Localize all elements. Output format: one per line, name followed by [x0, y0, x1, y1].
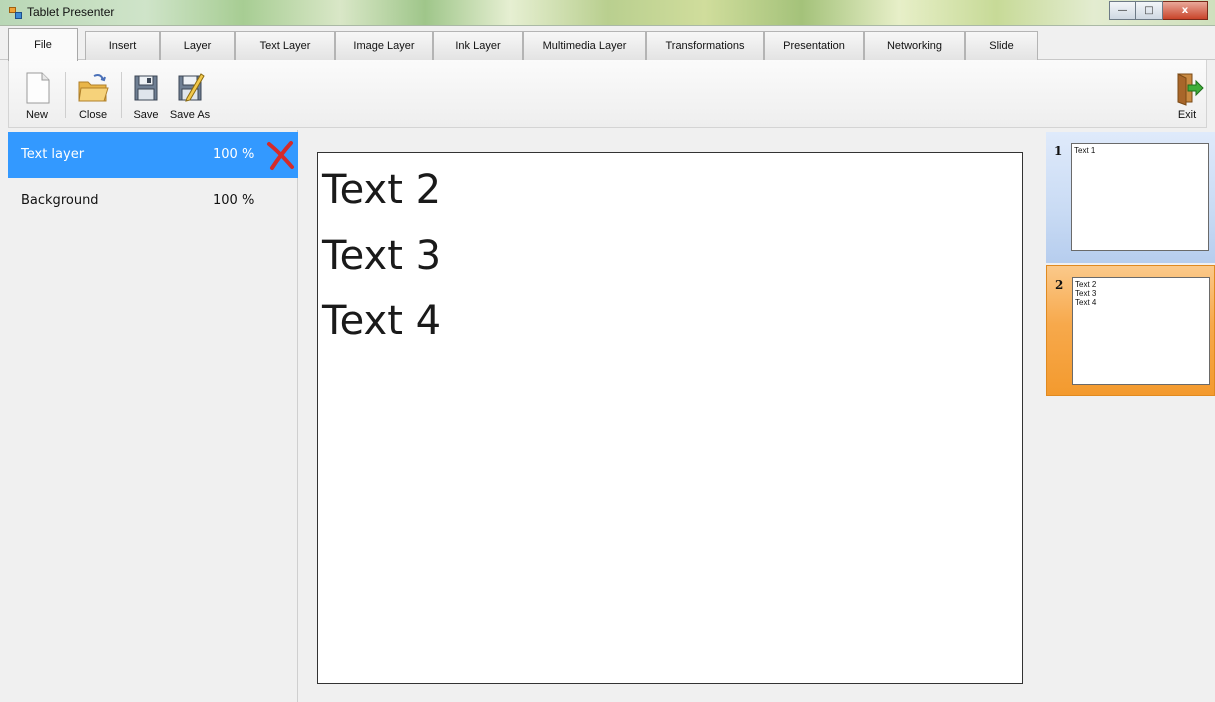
toolbar-divider — [121, 72, 122, 118]
canvas-text-line[interactable]: Text 4 — [322, 298, 441, 344]
tab-slide[interactable]: Slide — [965, 31, 1038, 60]
tab-presentation[interactable]: Presentation — [764, 31, 864, 60]
delete-layer-icon[interactable] — [265, 139, 297, 171]
close-window-button[interactable]: x — [1163, 1, 1208, 20]
canvas-text-line[interactable]: Text 2 — [322, 167, 441, 213]
slide-thumbnail-2[interactable]: 2 Text 2 Text 3 Text 4 — [1046, 265, 1215, 396]
layers-panel: Text layer 100 % Background 100 % — [8, 130, 298, 702]
window-title: Tablet Presenter — [27, 5, 115, 19]
new-label: New — [25, 109, 48, 121]
slide-preview-text: Text 2 — [1075, 280, 1097, 289]
toolbar: New Close Save Save As Exit — [8, 60, 1207, 128]
slide-canvas[interactable]: Text 2 Text 3 Text 4 — [317, 152, 1023, 684]
tab-transformations[interactable]: Transformations — [646, 31, 764, 60]
layer-row-text-layer[interactable]: Text layer 100 % — [8, 132, 298, 178]
close-button[interactable]: Close — [71, 60, 115, 126]
exit-button[interactable]: Exit — [1169, 60, 1205, 126]
slide-number: 1 — [1054, 144, 1063, 158]
tab-ink-layer[interactable]: Ink Layer — [433, 31, 523, 60]
slide-preview-text: Text 3 — [1075, 289, 1097, 298]
layer-opacity: 100 % — [213, 147, 255, 162]
slide-number: 2 — [1055, 278, 1064, 292]
save-label: Save — [133, 109, 159, 121]
maximize-button[interactable]: □ — [1136, 1, 1163, 20]
slide-preview: Text 2 Text 3 Text 4 — [1072, 277, 1210, 385]
slide-thumbnail-1[interactable]: 1 Text 1 — [1046, 132, 1215, 263]
layer-opacity: 100 % — [213, 193, 255, 208]
tab-file[interactable]: File — [8, 28, 78, 61]
canvas-text-line[interactable]: Text 3 — [322, 233, 441, 279]
tab-multimedia-layer[interactable]: Multimedia Layer — [523, 31, 646, 60]
floppy-pencil-icon — [173, 70, 207, 106]
new-document-icon — [20, 70, 54, 106]
layer-row-background[interactable]: Background 100 % — [8, 178, 298, 224]
slide-preview: Text 1 — [1071, 143, 1209, 251]
tab-networking[interactable]: Networking — [864, 31, 965, 60]
tab-text-layer[interactable]: Text Layer — [235, 31, 335, 60]
new-button[interactable]: New — [17, 60, 57, 126]
layer-name: Text layer — [21, 147, 85, 162]
layer-name: Background — [21, 193, 99, 208]
tab-insert[interactable]: Insert — [85, 31, 160, 60]
save-as-label: Save As — [169, 109, 211, 121]
toolbar-divider — [65, 72, 66, 118]
close-label: Close — [78, 109, 108, 121]
exit-label: Exit — [1177, 109, 1197, 121]
tab-image-layer[interactable]: Image Layer — [335, 31, 433, 60]
tab-layer[interactable]: Layer — [160, 31, 235, 60]
window-controls: — □ x — [1109, 1, 1208, 20]
save-button[interactable]: Save — [127, 60, 165, 126]
open-folder-icon — [76, 70, 110, 106]
title-bar: Tablet Presenter — □ x — [0, 0, 1215, 26]
save-as-button[interactable]: Save As — [165, 60, 215, 126]
slides-panel: 1 Text 1 2 Text 2 Text 3 Text 4 — [1043, 130, 1215, 702]
slide-preview-text: Text 4 — [1075, 298, 1097, 307]
ribbon-tabs: File Insert Layer Text Layer Image Layer… — [0, 27, 1215, 61]
exit-door-icon — [1170, 70, 1204, 106]
floppy-disk-icon — [129, 70, 163, 106]
app-icon — [9, 7, 22, 19]
slide-preview-text: Text 1 — [1074, 146, 1096, 155]
minimize-button[interactable]: — — [1109, 1, 1136, 20]
